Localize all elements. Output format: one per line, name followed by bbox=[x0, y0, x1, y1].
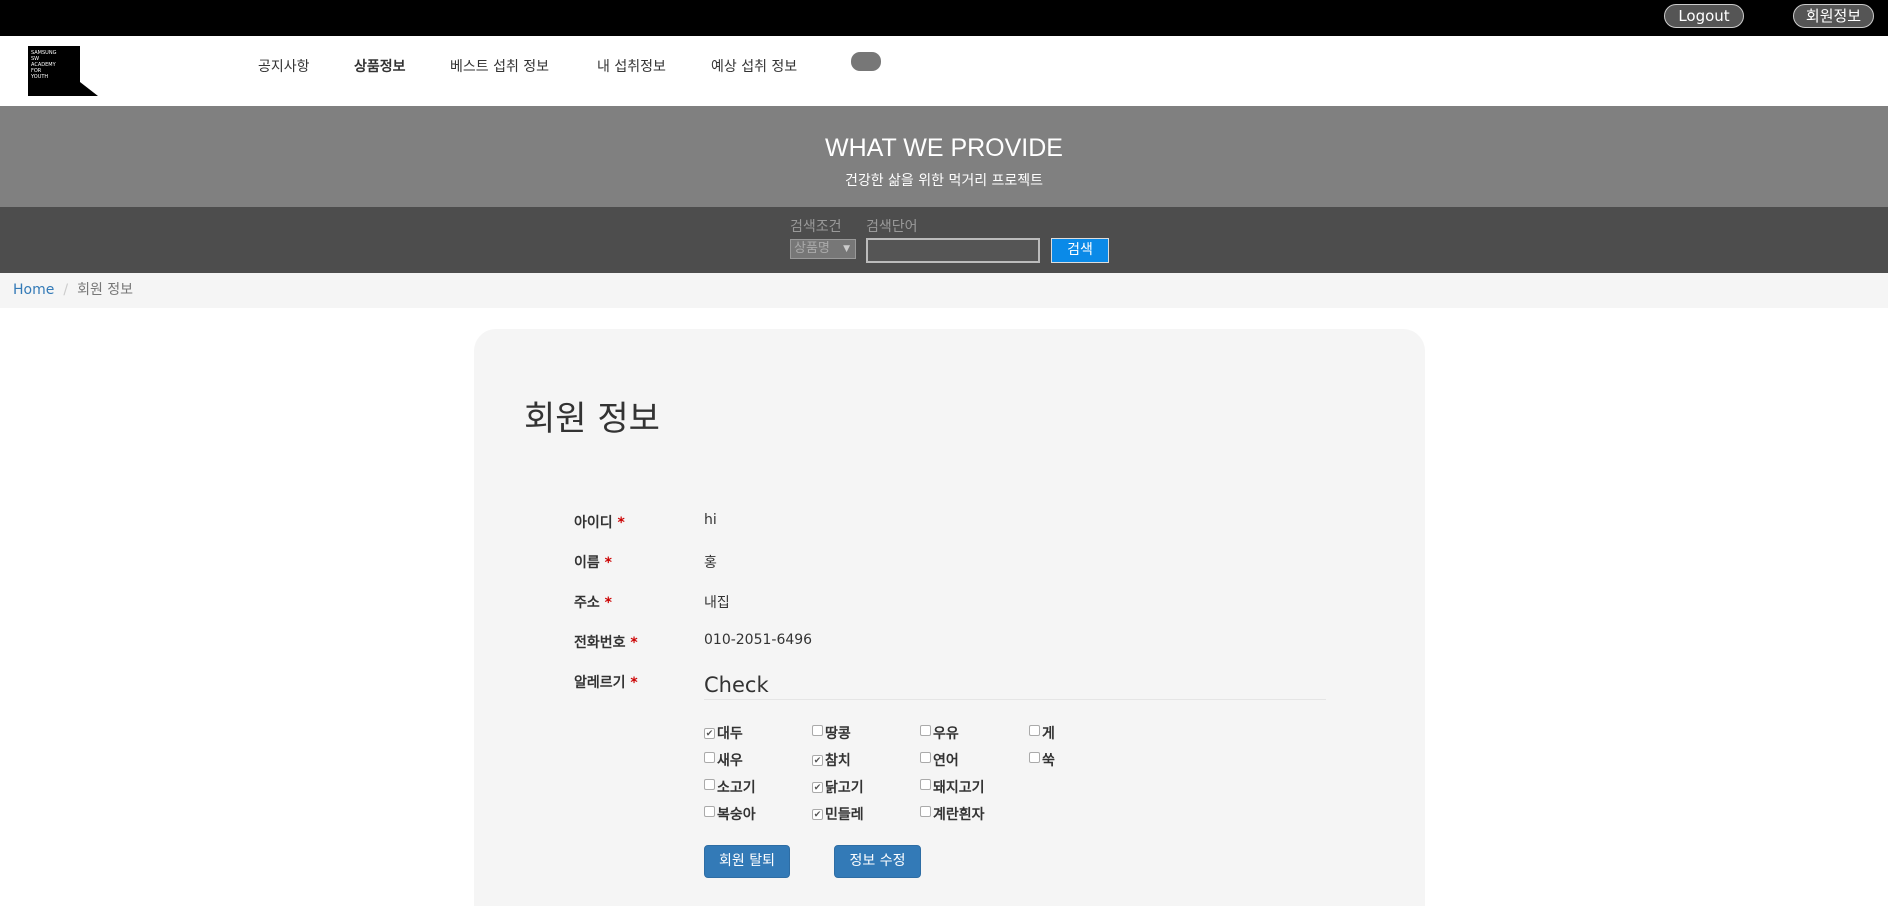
breadcrumb-separator: / bbox=[63, 282, 69, 298]
allergy-checkbox-crab[interactable]: 게 bbox=[1029, 723, 1055, 743]
checkbox-box[interactable] bbox=[1029, 725, 1040, 736]
allergy-check-legend: Check bbox=[704, 673, 1326, 700]
checkbox-box[interactable] bbox=[704, 806, 715, 817]
nav-toggle-button[interactable] bbox=[851, 52, 881, 71]
name-value: 홍 bbox=[704, 555, 717, 571]
logout-button[interactable]: Logout bbox=[1664, 4, 1744, 28]
checkbox-box[interactable] bbox=[920, 779, 931, 790]
required-mark: * bbox=[630, 675, 638, 691]
checkbox-box[interactable]: ✔ bbox=[704, 728, 715, 739]
search-condition-label: 검색조건 bbox=[790, 219, 842, 235]
chevron-down-icon: ▼ bbox=[843, 244, 850, 254]
allergy-checkbox-tuna[interactable]: ✔ 참치 bbox=[812, 750, 851, 770]
breadcrumb: Home / 회원 정보 bbox=[0, 273, 1888, 308]
search-button[interactable]: 검색 bbox=[1051, 238, 1109, 263]
allergy-checkbox-pork[interactable]: 돼지고기 bbox=[920, 777, 985, 797]
samsung-sw-academy-logo[interactable]: SAMSUNG SW ACADEMY FOR YOUTH bbox=[28, 46, 98, 96]
breadcrumb-home-link[interactable]: Home bbox=[13, 282, 54, 298]
allergy-checkbox-egg-white[interactable]: 계란흰자 bbox=[920, 804, 985, 824]
logo-text: SAMSUNG SW ACADEMY FOR YOUTH bbox=[31, 50, 57, 80]
member-info-button[interactable]: 회원정보 bbox=[1793, 4, 1874, 28]
allergy-checkbox-peach[interactable]: 복숭아 bbox=[704, 804, 756, 824]
hero-banner: WHAT WE PROVIDE 건강한 삶을 위한 먹거리 프로젝트 bbox=[0, 106, 1888, 207]
checkbox-box[interactable] bbox=[920, 725, 931, 736]
allergy-checkbox-dandelion[interactable]: ✔ 민들레 bbox=[812, 804, 864, 824]
hero-subtitle: 건강한 삶을 위한 먹거리 프로젝트 bbox=[844, 173, 1044, 189]
nav-expected-intake[interactable]: 예상 섭취 정보 bbox=[711, 56, 797, 76]
allergy-checkbox-beef[interactable]: 소고기 bbox=[704, 777, 756, 797]
id-label: 아이디 * bbox=[574, 515, 625, 531]
allergy-checkbox-shrimp[interactable]: 새우 bbox=[704, 750, 743, 770]
main-nav: SAMSUNG SW ACADEMY FOR YOUTH 공지사항 상품정보 베… bbox=[0, 36, 1888, 106]
checkbox-box[interactable]: ✔ bbox=[812, 755, 823, 766]
withdraw-button[interactable]: 회원 탈퇴 bbox=[704, 845, 790, 878]
checkbox-box[interactable] bbox=[704, 752, 715, 763]
allergy-checkbox-peanut[interactable]: 땅콩 bbox=[812, 723, 851, 743]
search-input[interactable] bbox=[866, 238, 1040, 263]
nav-product-info[interactable]: 상품정보 bbox=[354, 56, 406, 76]
search-condition-select[interactable]: 상품명 ▼ bbox=[790, 239, 856, 259]
search-condition-value: 상품명 bbox=[794, 241, 830, 256]
member-info-panel: 회원 정보 아이디 * hi 이름 * 홍 주소 * 내집 전화번호 * 010… bbox=[474, 329, 1425, 906]
phone-value: 010-2051-6496 bbox=[704, 632, 813, 648]
checkbox-box[interactable] bbox=[812, 725, 823, 736]
required-mark: * bbox=[630, 635, 638, 651]
name-label: 이름 * bbox=[574, 555, 612, 571]
top-bar: Logout 회원정보 bbox=[0, 0, 1888, 36]
required-mark: * bbox=[604, 595, 612, 611]
required-mark: * bbox=[617, 515, 625, 531]
edit-info-button[interactable]: 정보 수정 bbox=[834, 845, 921, 878]
checkbox-box[interactable] bbox=[1029, 752, 1040, 763]
allergy-checkbox-soybean[interactable]: ✔ 대두 bbox=[704, 723, 743, 743]
nav-notice[interactable]: 공지사항 bbox=[258, 56, 310, 76]
allergy-checkbox-chicken[interactable]: ✔ 닭고기 bbox=[812, 777, 864, 797]
address-label: 주소 * bbox=[574, 595, 612, 611]
checkbox-box[interactable] bbox=[704, 779, 715, 790]
id-value: hi bbox=[704, 512, 717, 528]
hero-title: WHAT WE PROVIDE bbox=[825, 134, 1063, 162]
required-mark: * bbox=[604, 555, 612, 571]
search-bar: 검색조건 검색단어 상품명 ▼ 검색 bbox=[0, 207, 1888, 273]
allergy-checkbox-mugwort[interactable]: 쑥 bbox=[1029, 750, 1055, 770]
breadcrumb-current: 회원 정보 bbox=[77, 282, 134, 298]
checkbox-box[interactable]: ✔ bbox=[812, 782, 823, 793]
address-value: 내집 bbox=[704, 595, 730, 611]
allergy-checkbox-milk[interactable]: 우유 bbox=[920, 723, 959, 743]
checkbox-box[interactable] bbox=[920, 806, 931, 817]
allergy-label: 알레르기 * bbox=[574, 675, 638, 691]
page-title: 회원 정보 bbox=[524, 399, 660, 439]
search-keyword-label: 검색단어 bbox=[866, 219, 918, 235]
checkbox-box[interactable] bbox=[920, 752, 931, 763]
nav-my-intake[interactable]: 내 섭취정보 bbox=[597, 56, 666, 76]
allergy-checkbox-salmon[interactable]: 연어 bbox=[920, 750, 959, 770]
nav-best-intake[interactable]: 베스트 섭취 정보 bbox=[450, 56, 549, 76]
phone-label: 전화번호 * bbox=[574, 635, 638, 651]
checkbox-box[interactable]: ✔ bbox=[812, 809, 823, 820]
